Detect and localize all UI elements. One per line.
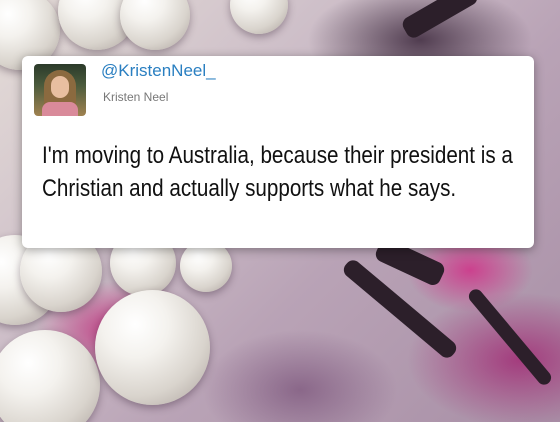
pearl	[120, 0, 190, 50]
tweet-handle[interactable]: @KristenNeel_	[101, 61, 216, 81]
tweet-text: I'm moving to Australia, because their p…	[42, 142, 513, 202]
avatar[interactable]	[34, 64, 86, 116]
pearl	[0, 330, 100, 422]
dark-stem	[399, 0, 481, 41]
pearl	[95, 290, 210, 405]
pearl	[230, 0, 288, 34]
tweet-display-name: Kristen Neel	[103, 90, 169, 104]
background-photo: @KristenNeel_ Kristen Neel I'm moving to…	[0, 0, 560, 422]
tweet-card: @KristenNeel_ Kristen Neel I'm moving to…	[22, 56, 534, 248]
dark-stem	[466, 286, 554, 388]
